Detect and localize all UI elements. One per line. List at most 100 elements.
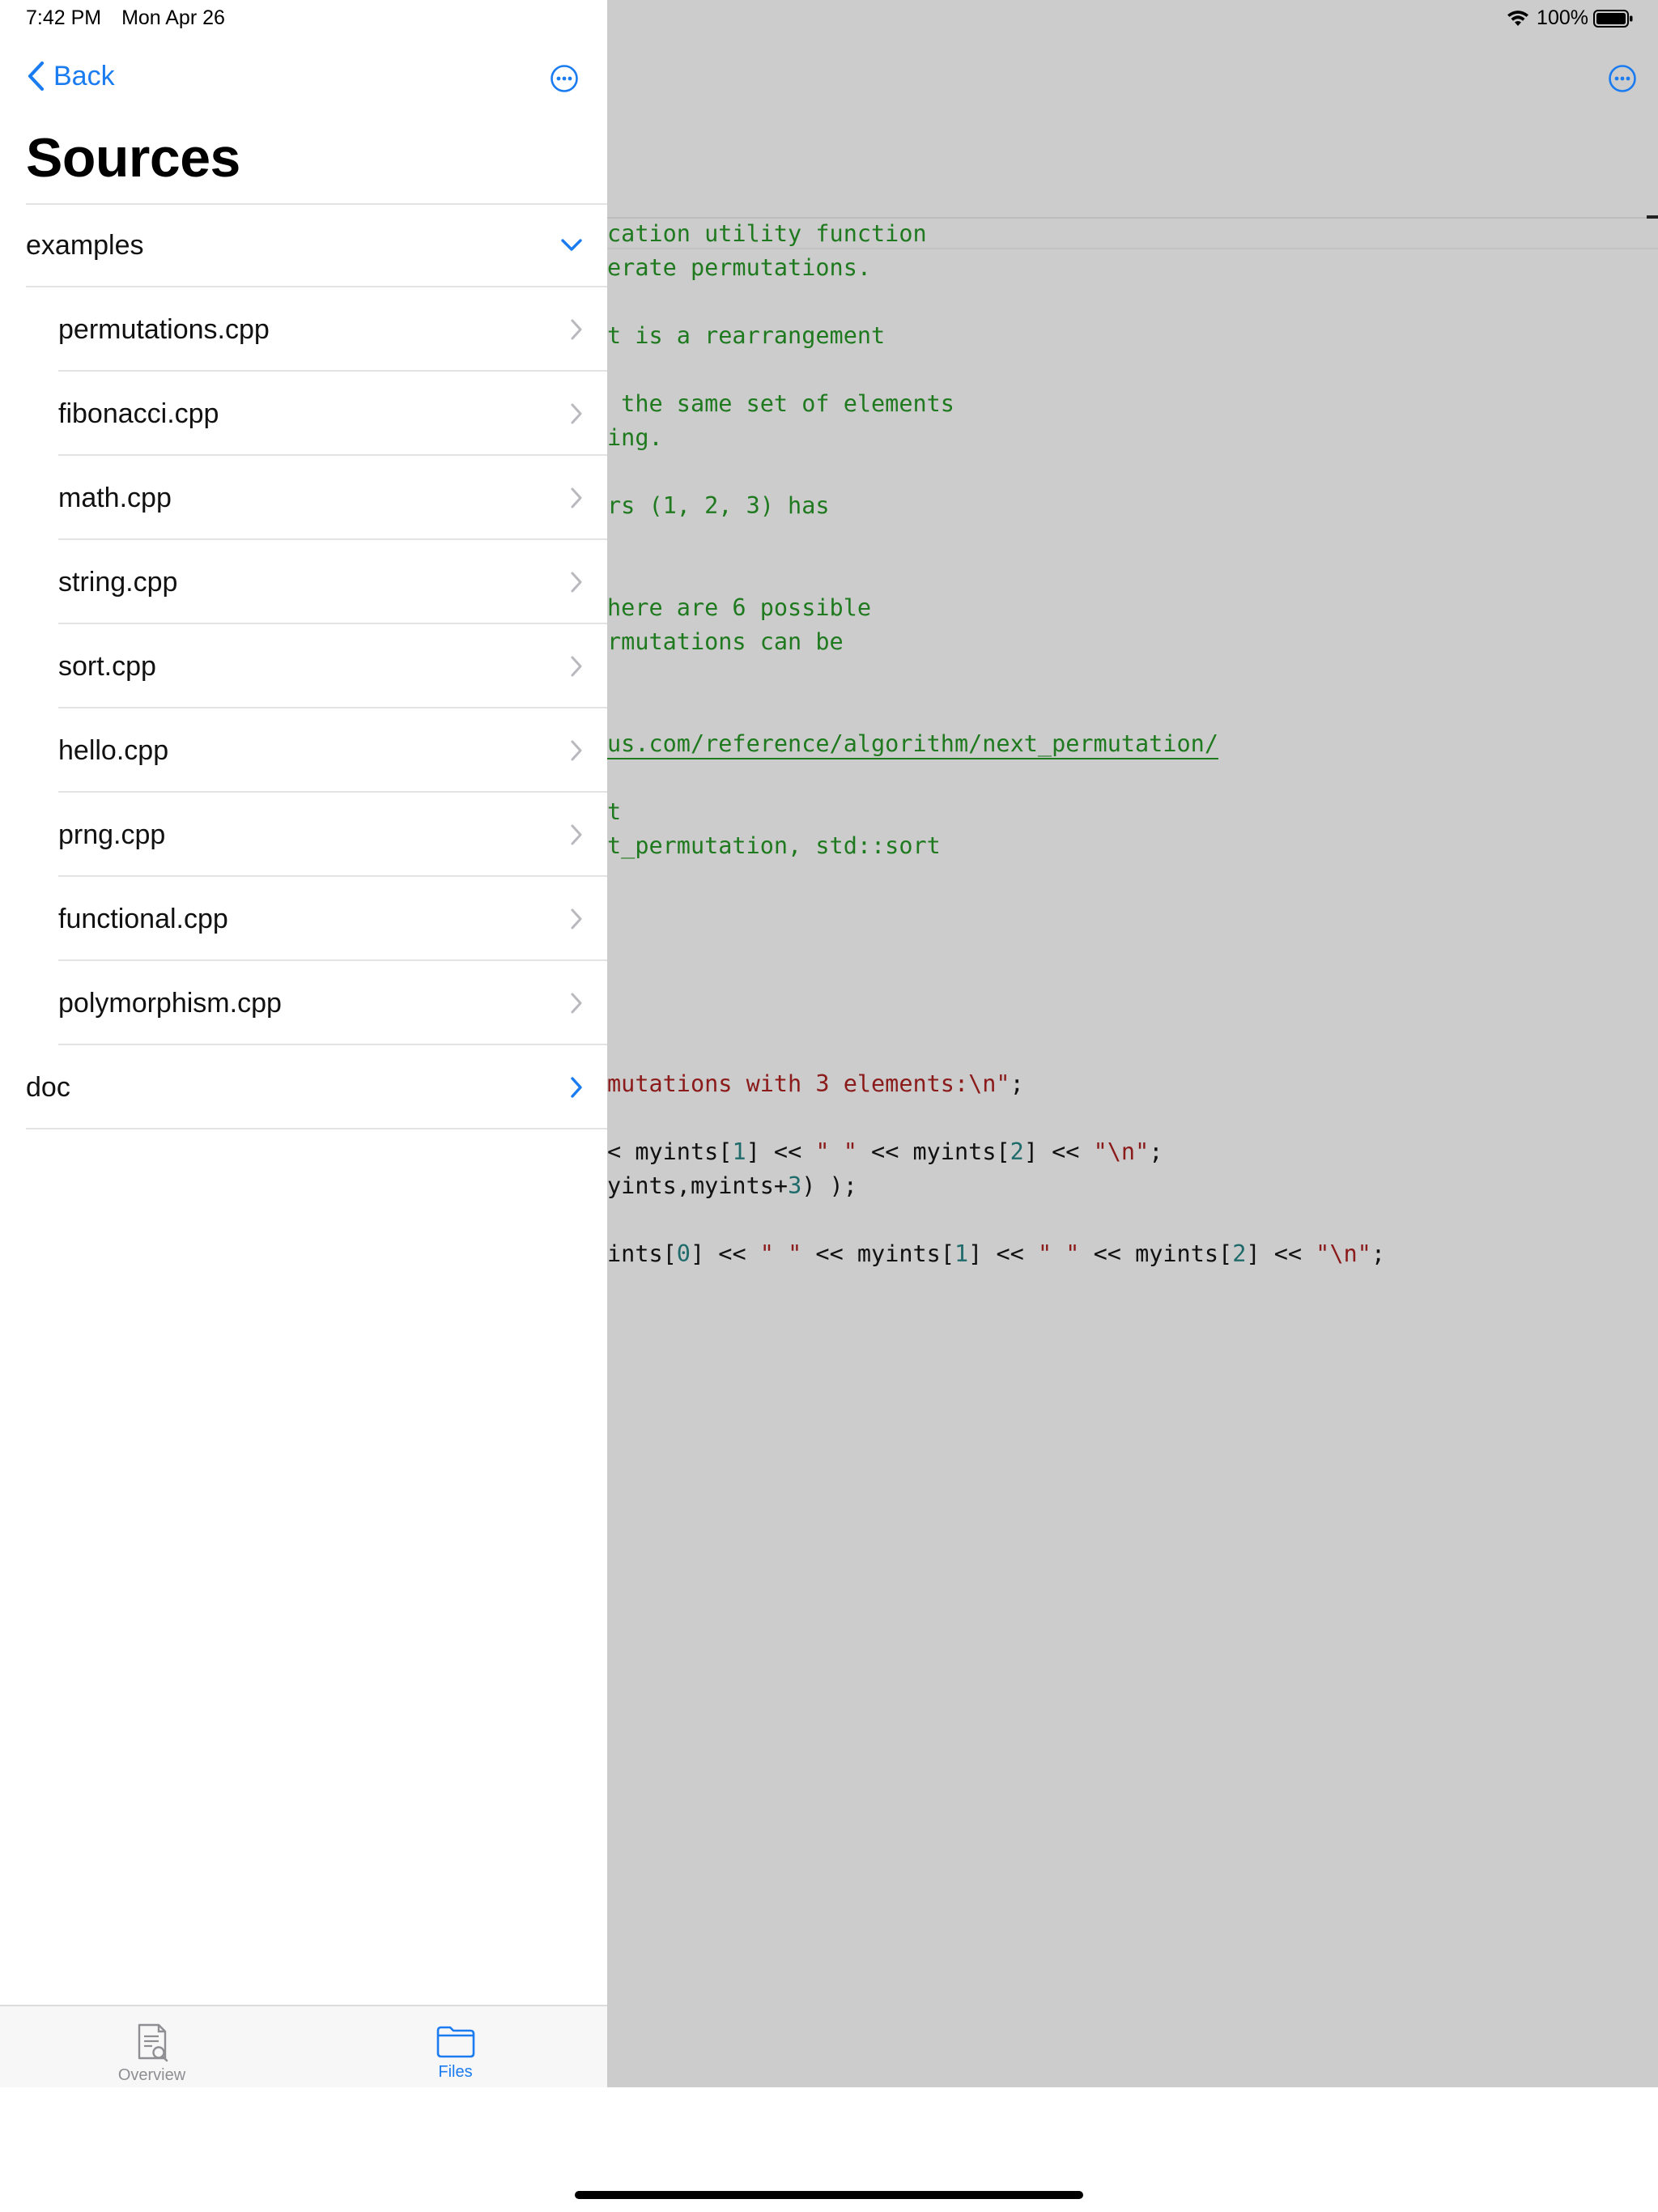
chevron-left-icon	[28, 61, 45, 91]
code-token: " "	[759, 1240, 802, 1267]
code-line: mutations with 3 elements:\n";	[607, 1067, 1385, 1101]
folder-icon	[436, 2026, 474, 2058]
folder-label: examples	[26, 229, 144, 261]
code-token: here are 6 possible	[607, 594, 872, 621]
code-token: mutations with 3 elements:\n"	[607, 1070, 1010, 1097]
file-row-math-cpp[interactable]: math.cpp	[0, 456, 607, 540]
code-line: the same set of elements	[607, 387, 1385, 421]
code-line: < myints[1] << " " << myints[2] << "\n";	[607, 1135, 1385, 1169]
folder-row-examples[interactable]: examples	[0, 203, 607, 287]
file-label: sort.cpp	[58, 650, 156, 682]
sources-sidebar: Back Sources examples permutations.cpp fib…	[0, 0, 607, 2087]
file-label: hello.cpp	[58, 734, 169, 766]
more-options-icon[interactable]	[550, 64, 579, 93]
file-label: fibonacci.cpp	[58, 398, 219, 429]
row-divider	[26, 1128, 607, 1129]
code-line: erate permutations.	[607, 251, 1385, 285]
folder-row-doc[interactable]: doc	[0, 1045, 607, 1129]
file-label: permutations.cpp	[58, 313, 270, 345]
code-line: ​	[607, 693, 1385, 727]
code-token: rmutations can be	[607, 628, 844, 655]
file-row-hello-cpp[interactable]: hello.cpp	[0, 708, 607, 793]
code-token: 3	[788, 1172, 802, 1199]
file-label: polymorphism.cpp	[58, 987, 282, 1019]
back-button[interactable]: Back	[26, 60, 115, 92]
chevron-right-icon	[571, 319, 582, 340]
file-row-string-cpp[interactable]: string.cpp	[0, 540, 607, 624]
code-line: ​	[607, 353, 1385, 387]
home-indicator[interactable]	[575, 2191, 1083, 2199]
app-root: cation utility function erate permutation…	[0, 0, 1658, 2212]
chevron-right-icon	[571, 908, 582, 929]
tab-overview-label: Overview	[117, 2066, 186, 2084]
code-token: "\n"	[1093, 1138, 1150, 1165]
code-token: ints[	[607, 1240, 677, 1267]
code-token: t is a rearrangement	[607, 322, 886, 349]
code-line: ​	[607, 897, 1385, 931]
file-row-fibonacci-cpp[interactable]: fibonacci.cpp	[0, 372, 607, 456]
code-line: rmutations can be	[607, 625, 1385, 659]
code-token: "\n"	[1316, 1240, 1371, 1267]
code-line: ​	[607, 931, 1385, 965]
chevron-right-icon	[571, 403, 582, 424]
file-tree-list: examples permutations.cpp fibonacci.cpp mat…	[0, 203, 607, 1129]
code-line: rs (1, 2, 3) has	[607, 489, 1385, 523]
code-token: 1	[954, 1240, 969, 1267]
code-line: ints[0] << " " << myints[1] << " " << my…	[607, 1237, 1385, 1271]
code-token: the same set of elements	[607, 390, 954, 417]
code-token: ) );	[801, 1172, 857, 1199]
code-line: ing.	[607, 421, 1385, 455]
code-line: t_permutation, std::sort	[607, 829, 1385, 863]
code-line: cation utility function	[607, 217, 1385, 251]
code-token: " "	[815, 1138, 857, 1165]
battery-full-icon	[1593, 9, 1633, 28]
page-title: Sources	[26, 127, 240, 189]
code-line: yints,myints+3) );	[607, 1169, 1385, 1203]
editor-cursor	[1647, 215, 1658, 219]
code-token: cation utility function	[607, 220, 927, 247]
code-token: ] <<	[690, 1240, 760, 1267]
status-bar-right: 100%	[1506, 6, 1634, 30]
code-token: < myints[	[607, 1138, 733, 1165]
tab-files-label: Files	[438, 2063, 473, 2081]
status-date: Mon Apr 26	[121, 6, 225, 29]
code-token: << myints[	[801, 1240, 954, 1267]
code-line: t is a rearrangement	[607, 319, 1385, 353]
tab-files[interactable]: Files	[304, 2006, 607, 2087]
chevron-right-icon	[571, 572, 582, 593]
file-row-permutations-cpp[interactable]: permutations.cpp	[0, 287, 607, 372]
code-line: ​	[607, 761, 1385, 795]
code-token: 2	[1010, 1138, 1024, 1165]
chevron-right-icon	[571, 1077, 582, 1098]
file-row-prng-cpp[interactable]: prng.cpp	[0, 793, 607, 877]
document-search-icon	[138, 2023, 168, 2062]
code-line: ​	[607, 523, 1385, 557]
chevron-right-icon	[571, 487, 582, 508]
code-token: erate permutations.	[607, 254, 872, 281]
file-row-functional-cpp[interactable]: functional.cpp	[0, 877, 607, 961]
code-token: 2	[1232, 1240, 1247, 1267]
battery-percent: 100%	[1537, 6, 1588, 29]
code-line: ​	[607, 1033, 1385, 1067]
file-row-sort-cpp[interactable]: sort.cpp	[0, 624, 607, 708]
code-editor[interactable]: cation utility function erate permutation…	[607, 0, 1658, 2087]
code-link[interactable]: us.com/reference/algorithm/next_permutat…	[607, 730, 1218, 757]
tab-overview[interactable]: Overview	[0, 2006, 304, 2087]
code-line: ​	[607, 455, 1385, 489]
folder-label: doc	[26, 1071, 70, 1103]
code-token: ;	[1149, 1138, 1163, 1165]
code-token: " "	[1037, 1240, 1080, 1267]
file-label: prng.cpp	[58, 819, 166, 850]
file-row-polymorphism-cpp[interactable]: polymorphism.cpp	[0, 961, 607, 1045]
file-label: functional.cpp	[58, 903, 228, 934]
code-token: t	[607, 798, 622, 825]
code-line: ​	[607, 1203, 1385, 1237]
code-lines[interactable]: cation utility function erate permutation…	[607, 217, 1385, 1271]
code-line: ​	[607, 285, 1385, 319]
code-token: ] <<	[1246, 1240, 1316, 1267]
back-button-label: Back	[53, 60, 115, 91]
tab-bar: Overview Files	[0, 2005, 607, 2087]
code-line: ​	[607, 659, 1385, 693]
editor-more-options-icon[interactable]	[1608, 64, 1637, 93]
code-token: << myints[	[1079, 1240, 1233, 1267]
